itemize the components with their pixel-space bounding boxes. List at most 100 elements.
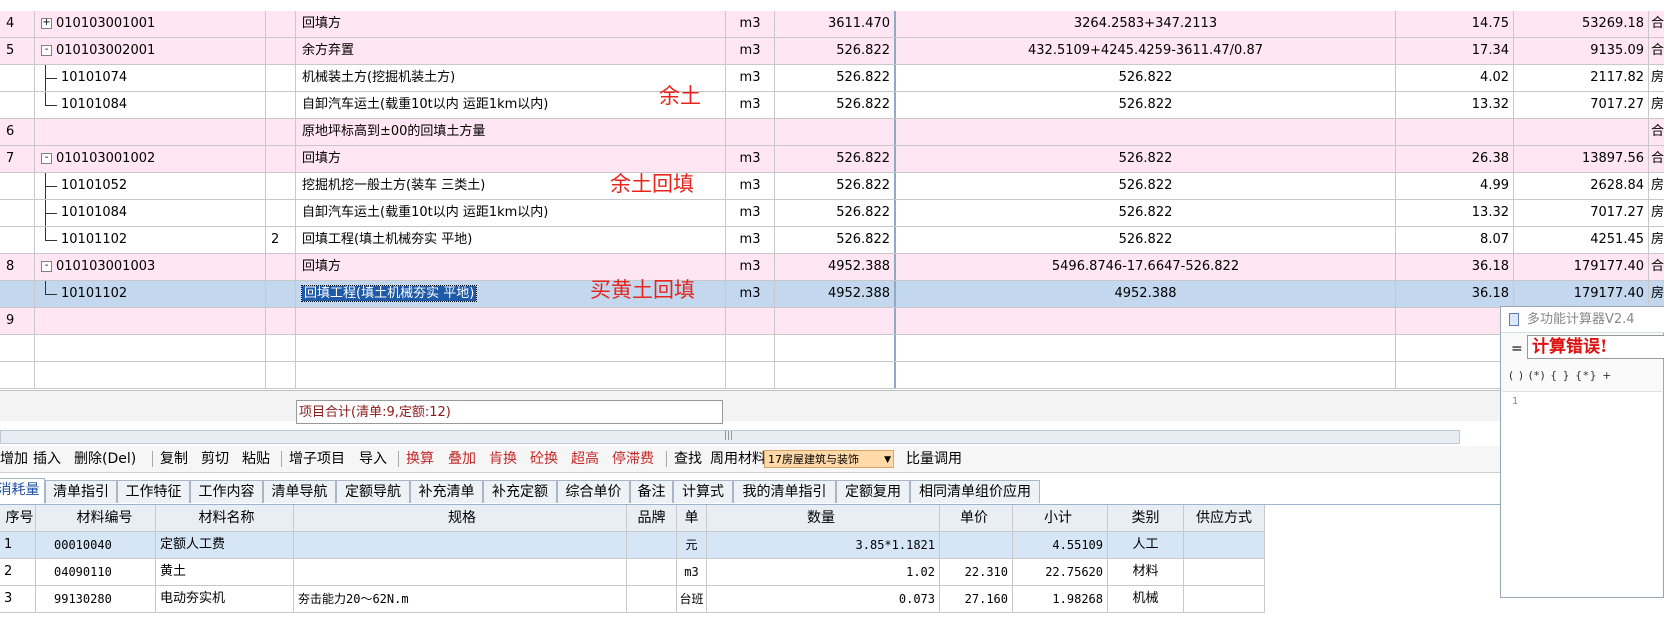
unit-price-cell[interactable]: 4.99	[1396, 173, 1514, 199]
material-no-cell[interactable]: 2	[0, 559, 36, 585]
tab-11[interactable]: 计算式	[673, 480, 733, 503]
row-index-cell[interactable]: 8	[0, 254, 35, 280]
calculator-editor[interactable]: 1	[1502, 391, 1662, 596]
material-brand-cell[interactable]	[627, 559, 677, 585]
material-spec-cell[interactable]	[294, 532, 627, 558]
tab-8[interactable]: 补充定额	[483, 480, 557, 503]
bill-row[interactable]: 10101052 挖掘机挖一般土方(装车 三类土) m3 526.822 526.822…	[0, 173, 1664, 200]
item-num-cell[interactable]: 2	[266, 227, 296, 253]
quantity-expression-cell[interactable]: 526.822	[896, 200, 1396, 226]
material-supply-cell[interactable]	[1184, 532, 1265, 558]
item-unit-cell[interactable]	[726, 119, 775, 145]
item-name-cell[interactable]	[296, 335, 726, 361]
quantity-expression-cell[interactable]: 526.822	[896, 92, 1396, 118]
tab-5[interactable]: 清单导航	[263, 480, 336, 503]
find-button[interactable]: 查找	[674, 446, 702, 472]
ken-swap-button[interactable]: 肯换	[489, 446, 517, 472]
material-spec-cell[interactable]	[294, 559, 627, 585]
overlay-button[interactable]: 叠加	[448, 446, 476, 472]
material-unit-cell[interactable]: 台班	[677, 586, 707, 612]
item-quantity-cell[interactable]: 526.822	[775, 146, 896, 172]
unit-price-cell[interactable]	[1396, 362, 1514, 388]
row-index-cell[interactable]	[0, 335, 35, 361]
material-spec-cell[interactable]: 夯击能力20～62N.m	[294, 586, 627, 612]
item-num-cell[interactable]	[266, 119, 296, 145]
material-unit-cell[interactable]: m3	[677, 559, 707, 585]
unit-price-cell[interactable]: 13.32	[1396, 92, 1514, 118]
item-name-cell[interactable]: 回填方	[296, 11, 726, 37]
material-unit-cell[interactable]: 元	[677, 532, 707, 558]
item-unit-cell[interactable]: m3	[726, 281, 775, 307]
column-header[interactable]: 规格	[294, 505, 627, 531]
total-price-cell[interactable]: 7017.27	[1514, 92, 1649, 118]
quantity-expression-cell[interactable]: 5496.8746-17.6647-526.822	[896, 254, 1396, 280]
item-type-cell[interactable]: 房	[1649, 65, 1664, 91]
item-code-cell[interactable]	[35, 362, 266, 388]
column-header[interactable]: 单价	[940, 505, 1013, 531]
item-code-cell[interactable]: -010103001003	[35, 254, 266, 280]
material-supply-cell[interactable]	[1184, 586, 1265, 612]
tab-6[interactable]: 定额导航	[336, 480, 410, 503]
collapse-icon[interactable]: -	[41, 45, 52, 56]
material-qty-cell[interactable]: 3.85*1.1821	[707, 532, 940, 558]
row-index-cell[interactable]	[0, 200, 35, 226]
material-no-cell[interactable]: 1	[0, 532, 36, 558]
unit-price-cell[interactable]: 8.07	[1396, 227, 1514, 253]
add-sub-item-button[interactable]: 增子项目	[289, 446, 345, 472]
column-header[interactable]: 材料名称	[156, 505, 294, 531]
item-num-cell[interactable]	[266, 362, 296, 388]
column-header[interactable]: 单	[677, 505, 707, 531]
calculator-operators[interactable]: ( ) (*) { } {*} +	[1509, 369, 1612, 382]
bill-row[interactable]: 7 -010103001002 回填方 m3 526.822 526.822 26.38 13…	[0, 146, 1664, 173]
item-num-cell[interactable]	[266, 146, 296, 172]
unit-price-cell[interactable]	[1396, 335, 1514, 361]
material-price-cell[interactable]: 22.310	[940, 559, 1013, 585]
total-price-cell[interactable]	[1514, 119, 1649, 145]
row-index-cell[interactable]: 5	[0, 38, 35, 64]
item-code-cell[interactable]: 10101074	[35, 65, 266, 91]
unit-price-cell[interactable]: 14.75	[1396, 11, 1514, 37]
tab-9[interactable]: 综合单价	[557, 480, 630, 503]
cut-button[interactable]: 剪切	[201, 446, 229, 472]
quantity-expression-cell[interactable]: 526.822	[896, 227, 1396, 253]
column-header[interactable]: 材料编号	[36, 505, 156, 531]
quantity-expression-cell[interactable]: 4952.388	[896, 281, 1396, 307]
item-name-cell[interactable]: 回填工程(填土机械夯实 平地)	[296, 227, 726, 253]
item-unit-cell[interactable]	[726, 362, 775, 388]
column-header[interactable]: 小计	[1013, 505, 1108, 531]
item-num-cell[interactable]	[266, 38, 296, 64]
row-index-cell[interactable]	[0, 227, 35, 253]
material-code-cell[interactable]: 99130280	[36, 586, 156, 612]
unit-price-cell[interactable]: 13.32	[1396, 200, 1514, 226]
item-quantity-cell[interactable]: 526.822	[775, 92, 896, 118]
material-price-cell[interactable]: 27.160	[940, 586, 1013, 612]
item-type-cell[interactable]: 合	[1649, 254, 1664, 280]
bill-row[interactable]: 8 -010103001003 回填方 m3 4952.388 5496.8746-17.…	[0, 254, 1664, 281]
item-type-cell[interactable]: 合	[1649, 38, 1664, 64]
item-code-cell[interactable]: 10101102	[35, 227, 266, 253]
quantity-expression-cell[interactable]: 432.5109+4245.4259-3611.47/0.87	[896, 38, 1396, 64]
item-unit-cell[interactable]: m3	[726, 92, 775, 118]
material-subtotal-cell[interactable]: 4.55109	[1013, 532, 1108, 558]
item-unit-cell[interactable]: m3	[726, 65, 775, 91]
bill-row[interactable]: 10101102 2 回填工程(填土机械夯实 平地) m3 526.822 526.822…	[0, 227, 1664, 254]
quantity-expression-cell[interactable]: 526.822	[896, 65, 1396, 91]
paste-button[interactable]: 粘贴	[242, 446, 270, 472]
insert-button[interactable]: 插入	[33, 446, 61, 472]
item-code-cell[interactable]: 10101084	[35, 92, 266, 118]
tab-3[interactable]: 工作特征	[117, 480, 190, 503]
item-type-cell[interactable]: 房	[1649, 92, 1664, 118]
unit-price-cell[interactable]: 4.02	[1396, 65, 1514, 91]
bill-row[interactable]: 9	[0, 308, 1664, 335]
total-price-cell[interactable]: 4251.45	[1514, 227, 1649, 253]
item-quantity-cell[interactable]	[775, 362, 896, 388]
delete-button[interactable]: 删除(Del)	[74, 446, 136, 472]
material-no-cell[interactable]: 3	[0, 586, 36, 612]
material-code-cell[interactable]: 04090110	[36, 559, 156, 585]
item-quantity-cell[interactable]: 526.822	[775, 65, 896, 91]
horizontal-splitter[interactable]: |||	[0, 430, 1460, 444]
item-code-cell[interactable]	[35, 335, 266, 361]
expand-icon[interactable]: +	[41, 18, 52, 29]
item-quantity-cell[interactable]: 3611.470	[775, 11, 896, 37]
unit-price-cell[interactable]: 36.18	[1396, 254, 1514, 280]
